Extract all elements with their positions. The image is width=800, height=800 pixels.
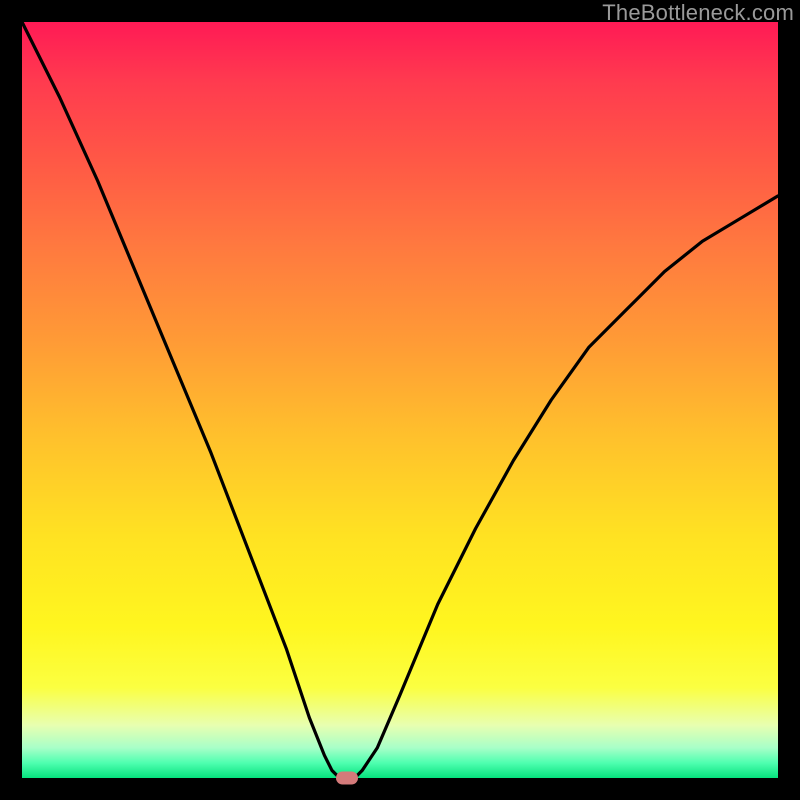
bottleneck-curve xyxy=(22,22,778,778)
plot-area xyxy=(22,22,778,778)
optimum-marker xyxy=(336,772,358,785)
chart-frame: TheBottleneck.com xyxy=(0,0,800,800)
